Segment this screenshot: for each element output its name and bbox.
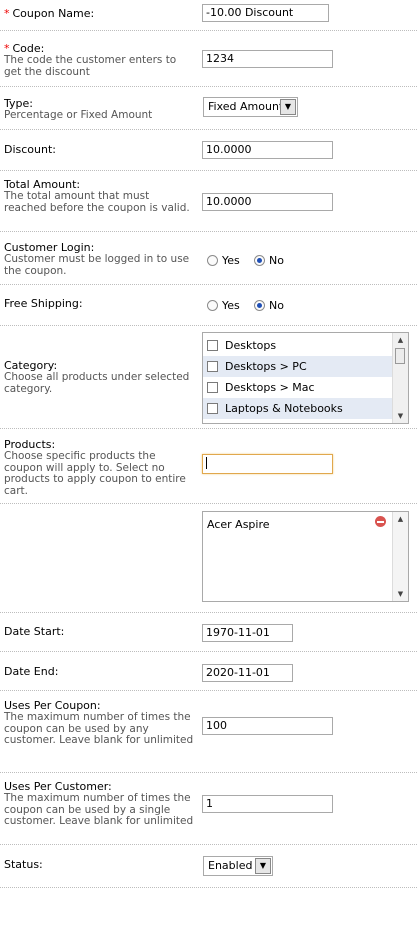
- row-customer-login: Customer Login: Customer must be logged …: [0, 232, 417, 285]
- row-type: Type: Percentage or Fixed Amount Fixed A…: [0, 87, 417, 130]
- scroll-down-icon[interactable]: ▼: [393, 587, 408, 601]
- category-item-label: Laptops & Notebooks: [225, 402, 343, 415]
- free-shipping-no-label: No: [269, 299, 284, 312]
- free-shipping-yes-radio[interactable]: Yes: [207, 300, 240, 312]
- row-date-start: Date Start: 1970-11-01: [0, 613, 417, 652]
- category-item[interactable]: Laptops & Notebooks: [203, 398, 408, 419]
- coupon-name-label: Coupon Name:: [12, 7, 95, 20]
- scroll-up-icon[interactable]: ▲: [393, 333, 408, 347]
- type-help: Percentage or Fixed Amount: [4, 109, 153, 121]
- checkbox-icon[interactable]: [207, 361, 218, 372]
- category-item[interactable]: Desktops: [203, 335, 408, 356]
- scroll-thumb[interactable]: [395, 348, 405, 364]
- uses-per-coupon-input[interactable]: 100: [202, 717, 333, 735]
- category-scrollbar[interactable]: ▲ ▼: [392, 333, 408, 423]
- discount-input[interactable]: 10.0000: [202, 141, 333, 159]
- row-code: * Code: The code the customer enters to g…: [0, 31, 417, 87]
- required-mark: *: [4, 7, 10, 20]
- category-item-label: Desktops > Mac: [225, 381, 315, 394]
- customer-login-help: Customer must be logged in to use the co…: [4, 253, 190, 277]
- total-amount-help: The total amount that must reached befor…: [4, 190, 190, 214]
- selected-product-label: Acer Aspire: [207, 518, 270, 531]
- date-start-input[interactable]: 1970-11-01: [202, 624, 293, 642]
- coupon-name-input[interactable]: -10.00 Discount: [202, 4, 329, 22]
- category-help: Choose all products under selected categ…: [4, 371, 190, 395]
- radio-checked-icon[interactable]: [254, 255, 265, 266]
- row-products-selected: Acer Aspire ▲ ▼: [0, 504, 417, 613]
- code-input[interactable]: 1234: [202, 50, 333, 68]
- customer-login-yes-label: Yes: [222, 254, 240, 267]
- uses-per-customer-help: The maximum number of times the coupon c…: [4, 792, 194, 827]
- customer-login-no-label: No: [269, 254, 284, 267]
- free-shipping-yes-label: Yes: [222, 299, 240, 312]
- date-start-label: Date Start:: [4, 625, 65, 638]
- row-total-amount: Total Amount: The total amount that must…: [0, 171, 417, 232]
- date-end-input[interactable]: 2020-11-01: [202, 664, 293, 682]
- chevron-down-icon[interactable]: ▼: [255, 858, 271, 874]
- products-help: Choose specific products the coupon will…: [4, 450, 186, 497]
- type-selected-value: Fixed Amount: [208, 100, 284, 113]
- category-item-label: Desktops > PC: [225, 360, 307, 373]
- row-coupon-name: * Coupon Name: -10.00 Discount: [0, 0, 417, 31]
- radio-unchecked-icon[interactable]: [207, 300, 218, 311]
- row-free-shipping: Free Shipping: Yes No: [0, 285, 417, 326]
- status-selected-value: Enabled: [208, 859, 253, 872]
- row-discount: Discount: 10.0000: [0, 130, 417, 171]
- status-label: Status:: [4, 858, 43, 871]
- customer-login-yes-radio[interactable]: Yes: [207, 255, 240, 267]
- row-products: Products: Choose specific products the c…: [0, 429, 417, 504]
- text-cursor: [206, 457, 207, 469]
- total-amount-input[interactable]: 10.0000: [202, 193, 333, 211]
- row-date-end: Date End: 2020-11-01: [0, 652, 417, 691]
- uses-per-coupon-help: The maximum number of times the coupon c…: [4, 711, 194, 746]
- discount-label: Discount:: [4, 143, 56, 156]
- customer-login-no-radio[interactable]: No: [254, 255, 284, 267]
- type-select[interactable]: Fixed Amount ▼: [203, 97, 298, 117]
- row-status: Status: Enabled ▼: [0, 845, 417, 888]
- row-category: Category: Choose all products under sele…: [0, 326, 417, 429]
- radio-unchecked-icon[interactable]: [207, 255, 218, 266]
- status-select[interactable]: Enabled ▼: [203, 856, 273, 876]
- category-item[interactable]: Desktops > Mac: [203, 377, 408, 398]
- products-selected-list[interactable]: Acer Aspire ▲ ▼: [202, 511, 409, 602]
- row-uses-per-coupon: Uses Per Coupon: The maximum number of t…: [0, 691, 417, 773]
- category-item-label: Desktops: [225, 339, 277, 352]
- checkbox-icon[interactable]: [207, 340, 218, 351]
- remove-icon[interactable]: [375, 516, 386, 527]
- category-list[interactable]: Desktops Desktops > PC Desktops > Mac La…: [202, 332, 409, 424]
- category-item[interactable]: Desktops > PC: [203, 356, 408, 377]
- checkbox-icon[interactable]: [207, 382, 218, 393]
- radio-checked-icon[interactable]: [254, 300, 265, 311]
- uses-per-customer-input[interactable]: 1: [202, 795, 333, 813]
- coupon-name-label-group: * Coupon Name:: [4, 8, 194, 20]
- selected-product-item: Acer Aspire: [203, 512, 408, 535]
- products-search-input[interactable]: [202, 454, 333, 474]
- free-shipping-no-radio[interactable]: No: [254, 300, 284, 312]
- chevron-down-icon[interactable]: ▼: [280, 99, 296, 115]
- products-scrollbar[interactable]: ▲ ▼: [392, 512, 408, 601]
- code-help: The code the customer enters to get the …: [4, 54, 177, 78]
- checkbox-icon[interactable]: [207, 403, 218, 414]
- scroll-up-icon[interactable]: ▲: [393, 512, 408, 526]
- scroll-down-icon[interactable]: ▼: [393, 409, 408, 423]
- date-end-label: Date End:: [4, 665, 59, 678]
- free-shipping-label: Free Shipping:: [4, 297, 83, 310]
- row-uses-per-customer: Uses Per Customer: The maximum number of…: [0, 773, 417, 845]
